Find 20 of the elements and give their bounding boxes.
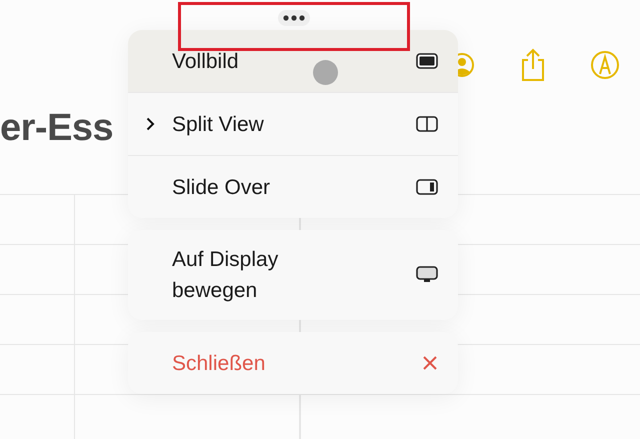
display-icon bbox=[416, 266, 438, 284]
menu-item-label: Slide Over bbox=[172, 174, 272, 200]
menu-item-label: Split View bbox=[172, 112, 265, 138]
more-handle[interactable] bbox=[278, 10, 310, 26]
document-title: er-Ess bbox=[0, 106, 114, 150]
slide-over-icon bbox=[416, 179, 438, 195]
menu-item-label: Schließen bbox=[172, 350, 266, 376]
more-icon bbox=[283, 15, 305, 21]
close-icon bbox=[422, 355, 438, 371]
menu-item-label: Vollbild bbox=[172, 48, 240, 74]
menu-item[interactable]: Auf Display bewegen bbox=[128, 230, 458, 320]
fullscreen-icon bbox=[416, 53, 438, 69]
split-view-icon bbox=[416, 116, 438, 132]
menu-item[interactable]: Schließen bbox=[128, 332, 458, 394]
menu-item-label: Auf Display bewegen bbox=[172, 247, 280, 304]
menu-item[interactable]: Slide Over bbox=[128, 155, 458, 218]
pen-icon[interactable] bbox=[590, 50, 620, 80]
share-icon[interactable] bbox=[520, 48, 546, 82]
menu-item[interactable]: Vollbild bbox=[128, 30, 458, 92]
menu-item[interactable]: Split View bbox=[128, 92, 458, 155]
